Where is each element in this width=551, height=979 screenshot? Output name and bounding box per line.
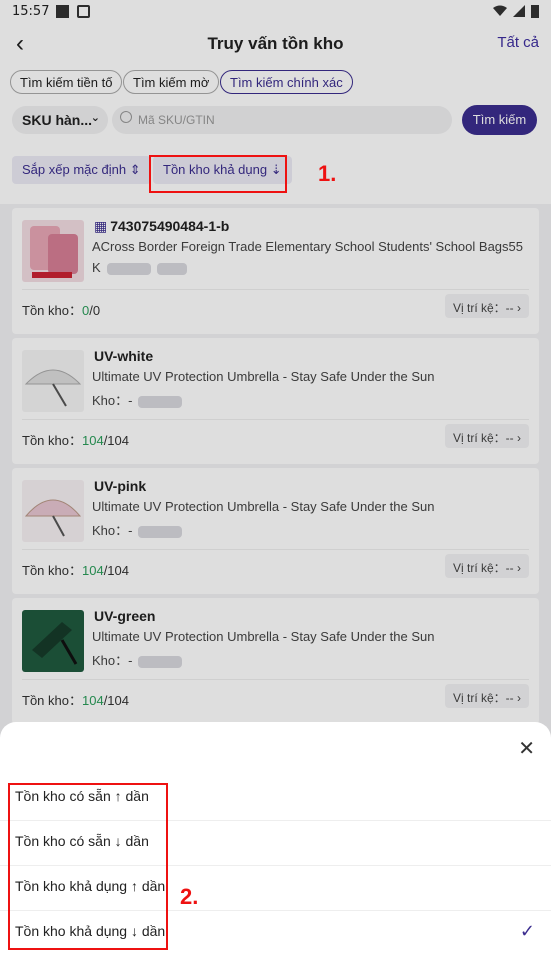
check-icon: ✓ (519, 921, 535, 941)
annotation-label-1: 1. (318, 161, 337, 186)
close-icon[interactable]: ✕ (518, 736, 535, 761)
annotation-label-2: 2. (180, 884, 199, 909)
page: 15:57 ‹ Truy vấn tồn kho Tất cả Tìm kiếm… (0, 0, 551, 979)
annotation-box-2 (8, 783, 168, 950)
annotation-box-1 (149, 155, 287, 193)
